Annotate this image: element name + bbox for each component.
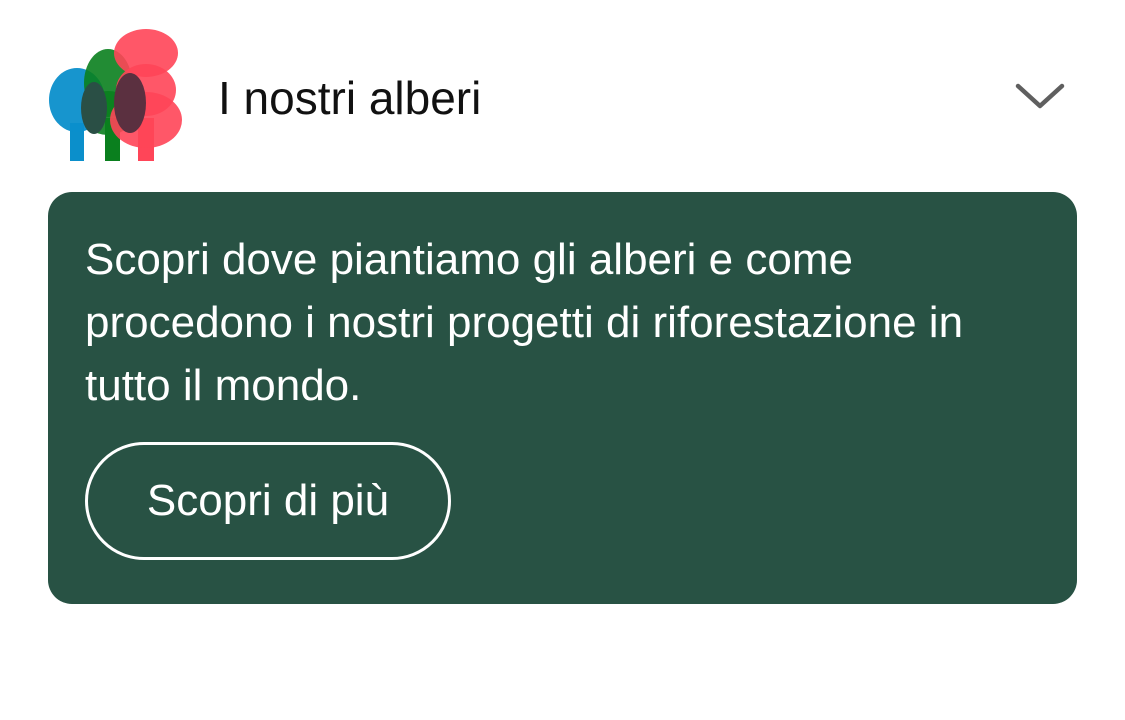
trees-widget-card: I nostri alberi Scopri dove piantiamo gl…	[0, 0, 1125, 720]
learn-more-button[interactable]: Scopri di più	[85, 442, 451, 560]
info-panel: Scopri dove piantiamo gli alberi e come …	[48, 192, 1077, 604]
chevron-down-icon[interactable]	[1013, 80, 1067, 112]
widget-header[interactable]: I nostri alberi	[48, 28, 1077, 162]
trees-logo-icon	[48, 28, 182, 162]
widget-title: I nostri alberi	[218, 72, 482, 124]
info-description: Scopri dove piantiamo gli alberi e come …	[85, 235, 964, 410]
learn-more-button-label: Scopri di più	[146, 476, 390, 525]
